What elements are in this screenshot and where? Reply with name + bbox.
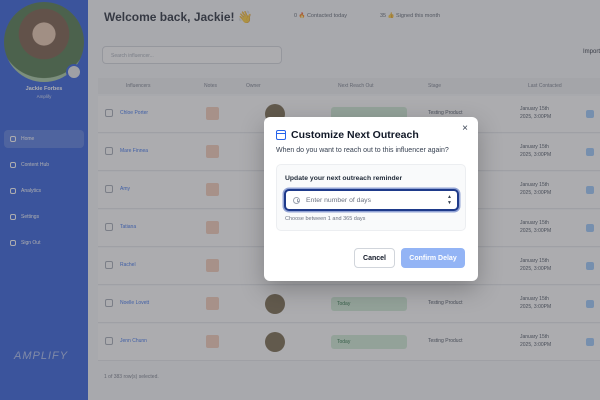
- reminder-panel: Update your next outreach reminder ▲ ▼ C…: [276, 164, 466, 231]
- dialog-title: Customize Next Outreach: [276, 129, 419, 141]
- customize-outreach-dialog: Customize Next Outreach × When do you wa…: [264, 117, 478, 281]
- days-input-wrapper[interactable]: ▲ ▼: [284, 189, 459, 211]
- dialog-title-text: Customize Next Outreach: [291, 129, 419, 141]
- days-input[interactable]: [306, 194, 436, 206]
- clock-icon: [293, 197, 300, 204]
- calendar-icon: [276, 130, 286, 140]
- days-stepper[interactable]: ▲ ▼: [447, 194, 452, 206]
- confirm-delay-button[interactable]: Confirm Delay: [401, 248, 465, 268]
- stepper-down-icon[interactable]: ▼: [447, 200, 452, 206]
- close-button[interactable]: ×: [462, 123, 468, 134]
- cancel-button[interactable]: Cancel: [354, 248, 395, 268]
- days-hint: Choose between 1 and 365 days: [285, 216, 366, 222]
- dialog-subtitle: When do you want to reach out to this in…: [276, 147, 449, 154]
- reminder-label: Update your next outreach reminder: [285, 175, 403, 182]
